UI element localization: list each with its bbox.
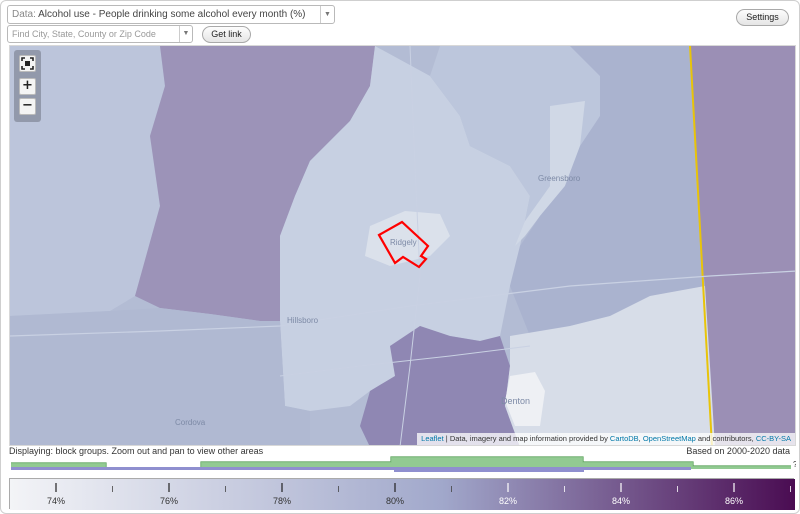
place-label-denton: Denton [501,396,531,406]
settings-button[interactable]: Settings [736,9,789,26]
legend-tick-label: 80% [386,496,404,506]
histogram-help-icon: ? [793,460,796,469]
place-label-cordova: Cordova [175,418,206,427]
data-variable-select[interactable]: Data: Alcohol use - People drinking some… [7,5,335,24]
legend-tick-label: 86% [725,496,743,506]
block-group-southwest [10,308,310,445]
get-link-button[interactable]: Get link [202,26,251,43]
openstreetmap-link[interactable]: OpenStreetMap [643,434,696,443]
place-label-ridgely: Ridgely [390,238,417,247]
place-label-hillsboro: Hillsboro [287,316,319,325]
map-attribution: Leaflet | Data, imagery and map informat… [417,433,795,445]
zoom-in-button[interactable]: + [19,78,36,95]
leaflet-link[interactable]: Leaflet [421,434,444,443]
license-link[interactable]: CC-BY-SA [756,434,791,443]
chevron-down-icon[interactable]: ▼ [320,6,334,23]
data-range-note: Based on 2000-2020 data [686,446,790,456]
zoom-out-button[interactable]: − [19,98,36,115]
data-label: Data: [12,9,36,20]
fullscreen-icon [21,57,34,70]
choropleth-map[interactable]: Greensboro Ridgely Hillsboro Denton Cord… [9,45,796,446]
place-label-greensboro: Greensboro [538,174,581,183]
data-variable-value: Alcohol use - People drinking some alcoh… [38,9,306,20]
legend-scale: 74% 76% 78% 80% 82% 84% 86% [10,479,795,510]
legend-tick-label: 78% [273,496,291,506]
attribution-text-1: | Data, imagery and map information prov… [443,434,610,443]
cartodb-link[interactable]: CartoDB [610,434,639,443]
location-search-input[interactable] [7,25,193,43]
chevron-down-icon[interactable]: ▼ [179,26,192,42]
legend-tick-label: 82% [499,496,517,506]
legend-tick-label: 76% [160,496,178,506]
legend-tick-label: 84% [612,496,630,506]
legend-tick-label: 74% [47,496,65,506]
displaying-status: Displaying: block groups. Zoom out and p… [9,446,264,456]
app-frame: Data: Alcohol use - People drinking some… [0,0,800,514]
attribution-text-3: and contributors, [695,434,756,443]
map-zoom-controls: + − [14,50,41,122]
distribution-histogram: ? [11,456,796,472]
fullscreen-button[interactable] [19,55,36,72]
color-scale-legend: 74% 76% 78% 80% 82% 84% 86% [9,478,795,510]
